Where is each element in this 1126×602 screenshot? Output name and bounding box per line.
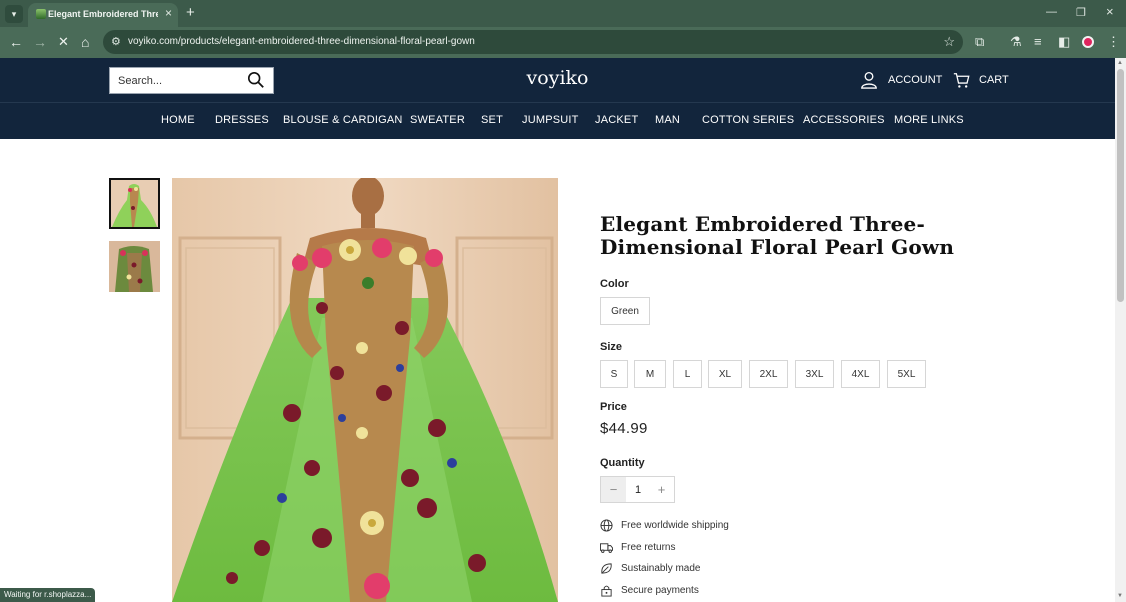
gown-detail-thumbnail-image [109,241,160,292]
site-header: voyiko ACCOUNT CART HOME DRESSES BLOUSE … [0,58,1115,139]
feature-text: Free returns [621,541,676,553]
address-bar[interactable]: ⚙ voyiko.com/products/elegant-embroidere… [103,30,963,54]
scrollbar-thumb[interactable] [1117,69,1124,302]
nav-item-accessories[interactable]: ACCESSORIES [803,114,885,126]
new-tab-icon[interactable]: + [186,4,195,21]
nav-item-home[interactable]: HOME [161,114,195,126]
page-scrollbar[interactable]: ▲ ▼ [1115,58,1126,602]
quantity-stepper: − 1 + [600,476,675,503]
nav-item-blouse-cardigan[interactable]: BLOUSE & CARDIGAN [283,114,403,126]
profile-avatar[interactable] [1082,36,1094,48]
forward-icon[interactable]: → [33,34,47,50]
product-title: Elegant Embroidered Three-Dimensional Fl… [600,212,955,259]
minimize-icon[interactable]: — [1046,6,1057,18]
cart-icon [953,72,970,88]
quantity-value[interactable]: 1 [626,477,650,502]
cart-link[interactable]: CART [953,70,1009,90]
media-controls-icon[interactable]: ≡ [1034,34,1042,49]
nav-item-jumpsuit[interactable]: JUMPSUIT [522,114,579,126]
back-icon[interactable]: ← [9,34,23,50]
browser-tab-strip: ▾ Elegant Embroidered Three-Di × + — ❐ × [0,0,1126,27]
feature-free-shipping: Free worldwide shipping [600,518,729,532]
nav-item-more-links[interactable]: MORE LINKS [894,114,964,126]
nav-item-set[interactable]: SET [481,114,503,126]
site-info-icon[interactable]: ⚙ [111,35,121,48]
close-tab-icon[interactable]: × [165,6,172,20]
size-option-m[interactable]: M [634,360,666,388]
size-option-4xl[interactable]: 4XL [841,360,880,388]
account-link[interactable]: ACCOUNT [860,70,942,90]
product-price: $44.99 [600,420,648,437]
product-main-image[interactable] [172,178,558,602]
lock-icon [601,585,612,597]
size-label: Size [600,341,623,353]
tab-title: Elegant Embroidered Three-Di [48,9,158,19]
feature-text: Free worldwide shipping [621,519,729,531]
quantity-decrease-button[interactable]: − [601,477,626,502]
feature-text: Secure payments [621,584,699,596]
stop-loading-icon[interactable]: ✕ [58,34,69,50]
color-label: Color [600,278,629,290]
quantity-label: Quantity [600,457,645,469]
restore-icon[interactable]: ❐ [1076,6,1086,19]
quantity-increase-button[interactable]: + [649,477,674,502]
user-icon [861,71,877,89]
size-option-5xl[interactable]: 5XL [887,360,926,388]
nav-item-dresses[interactable]: DRESSES [215,114,269,126]
close-window-icon[interactable]: × [1106,4,1114,19]
tab-favicon-icon [36,9,46,19]
truck-icon [600,542,613,553]
feature-free-returns: Free returns [600,540,675,554]
globe-icon [600,518,613,532]
color-option-green[interactable]: Green [600,297,650,325]
scroll-up-arrow-icon[interactable]: ▲ [1117,60,1123,66]
feature-text: Sustainably made [621,562,701,574]
gown-photo [172,178,558,602]
browser-tab[interactable]: Elegant Embroidered Three-Di × [28,3,178,27]
product-thumbnail-2[interactable] [109,241,160,292]
tab-search-icon[interactable]: ▾ [5,5,23,23]
nav-item-sweater[interactable]: SWEATER [410,114,465,126]
size-option-l[interactable]: L [673,360,702,388]
search-box [109,67,274,94]
search-input[interactable] [118,73,243,88]
extensions-icon[interactable]: ⧉ [975,34,984,50]
cart-label: CART [979,74,1009,86]
header-divider [0,102,1115,103]
main-navigation: HOME DRESSES BLOUSE & CARDIGAN SWEATER S… [0,114,1115,128]
bookmark-star-icon[interactable]: ☆ [943,34,955,50]
leaf-icon [601,562,612,574]
size-option-2xl[interactable]: 2XL [749,360,788,388]
side-panel-icon[interactable]: ◧ [1058,34,1070,50]
gown-thumbnail-image [111,180,158,227]
account-label: ACCOUNT [888,74,943,86]
home-icon[interactable]: ⌂ [81,34,89,50]
loading-status-bubble: Waiting for r.shoplazza... [0,588,96,602]
size-option-xl[interactable]: XL [708,360,742,388]
browser-toolbar: ← → ✕ ⌂ ⚙ voyiko.com/products/elegant-em… [0,27,1126,58]
size-option-s[interactable]: S [600,360,628,388]
nav-item-man[interactable]: MAN [655,114,680,126]
scroll-down-arrow-icon[interactable]: ▼ [1117,593,1123,599]
search-icon[interactable] [247,71,265,89]
feature-sustainably-made: Sustainably made [600,561,701,575]
nav-item-cotton-series[interactable]: COTTON SERIES [702,114,794,126]
nav-item-jacket[interactable]: JACKET [595,114,638,126]
url-text: voyiko.com/products/elegant-embroidered-… [128,36,475,47]
size-option-3xl[interactable]: 3XL [795,360,834,388]
labs-flask-icon[interactable]: ⚗ [1010,34,1022,50]
more-menu-icon[interactable]: ⋮ [1107,34,1120,50]
product-thumbnail-1[interactable] [109,178,160,229]
site-logo[interactable]: voyiko [500,67,615,89]
feature-secure-payments: Secure payments [600,583,699,597]
price-label: Price [600,401,627,413]
